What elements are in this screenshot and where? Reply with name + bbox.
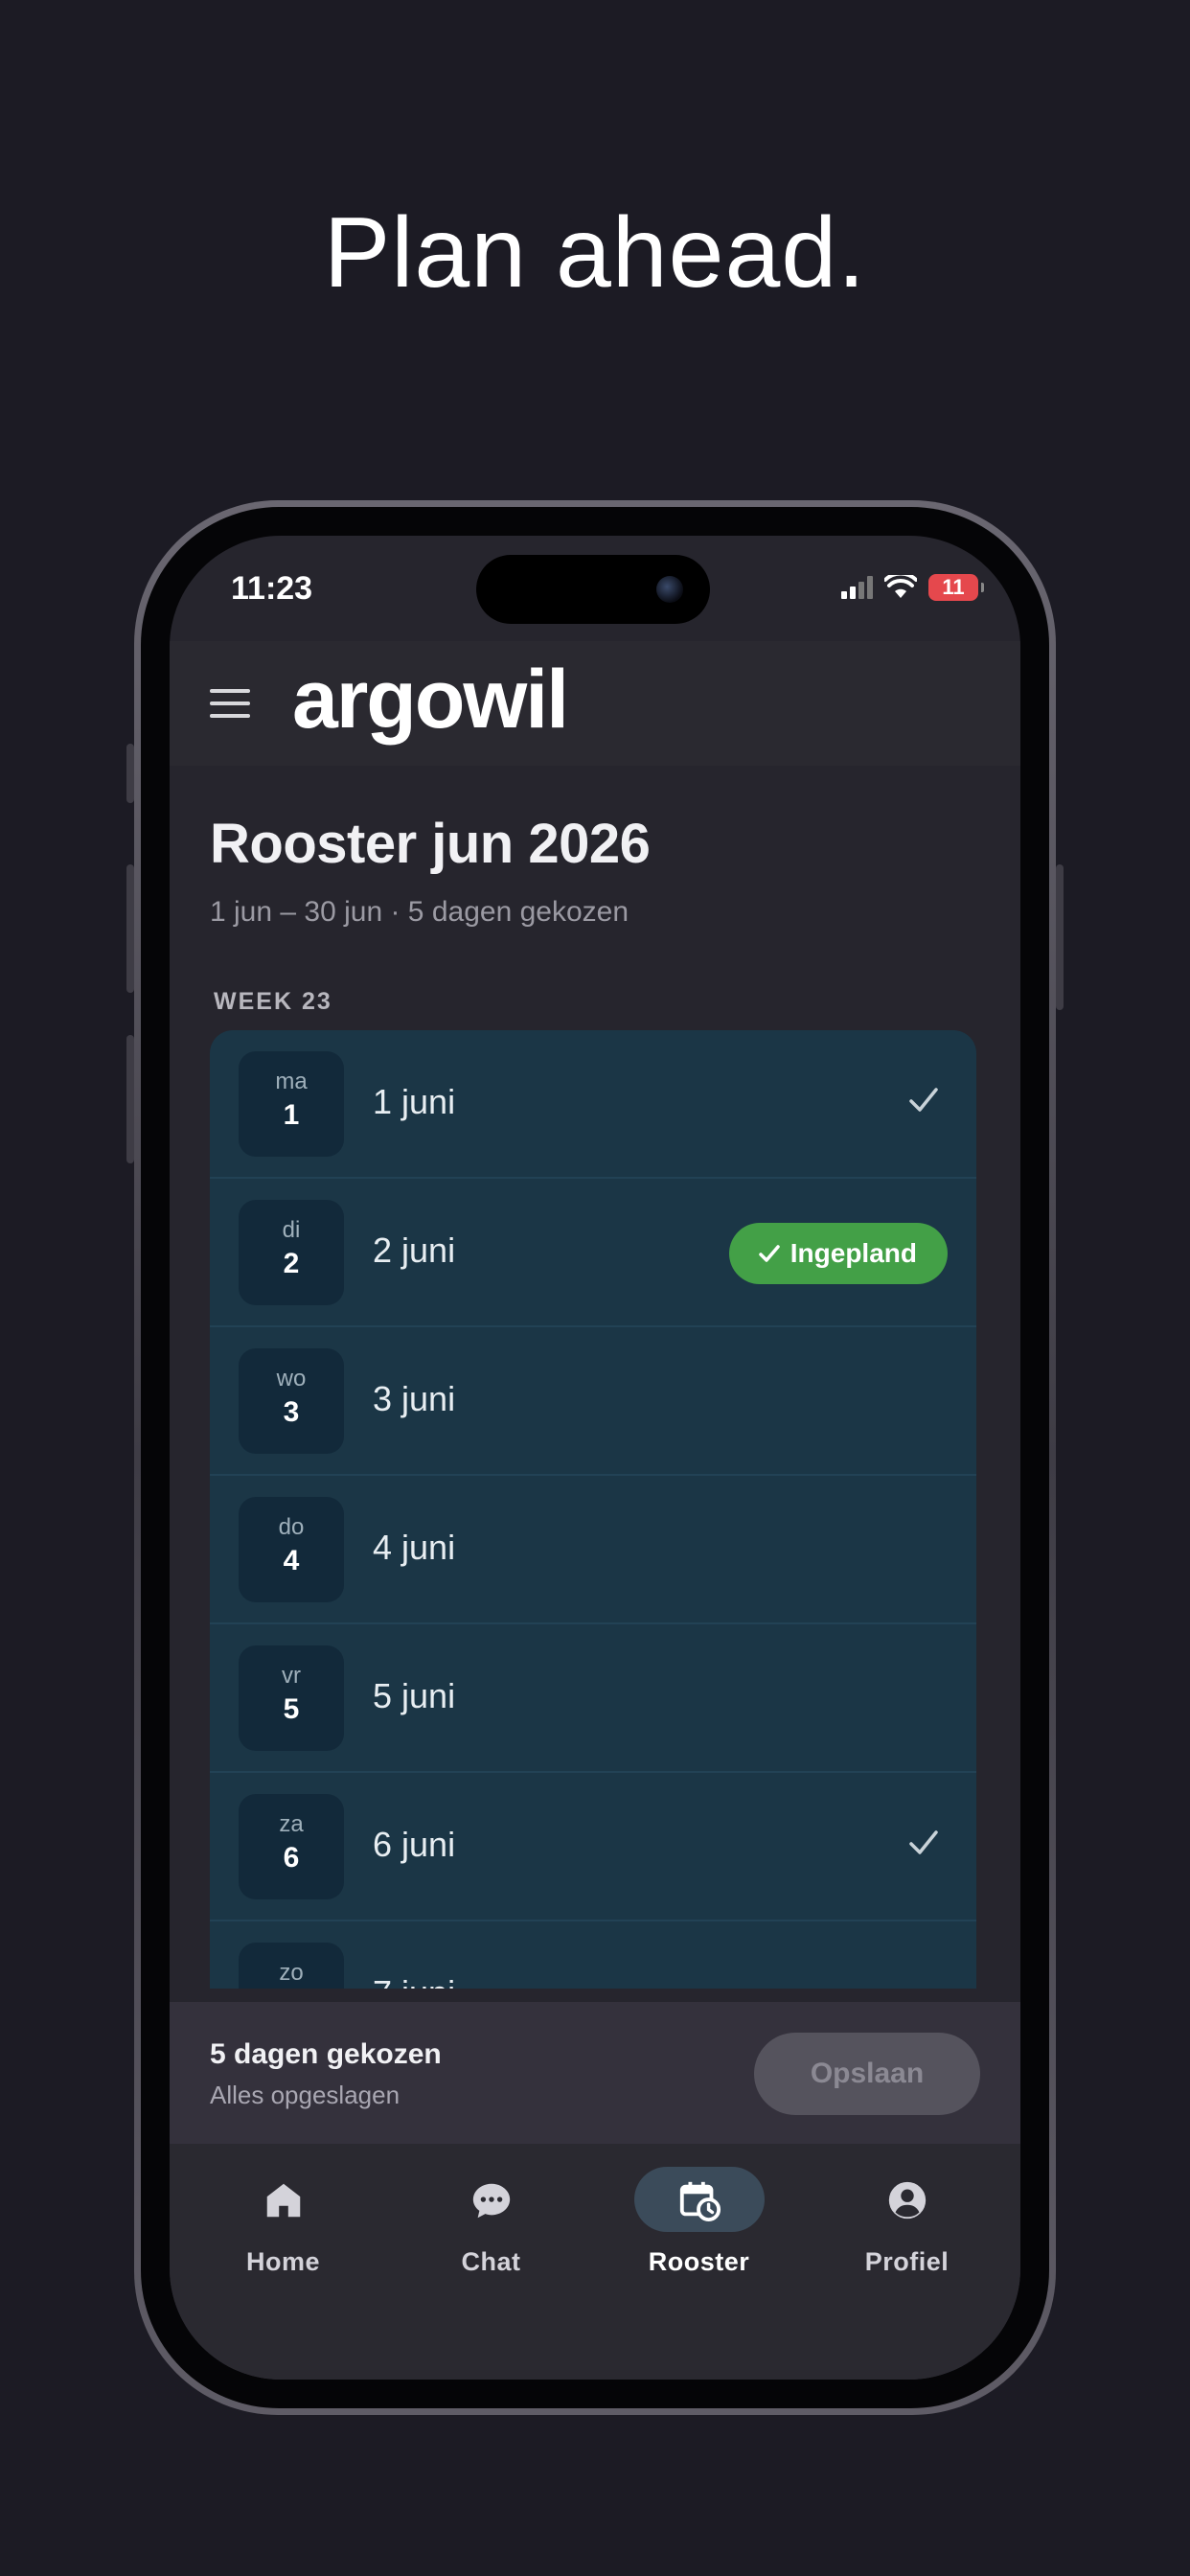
dynamic-island xyxy=(476,555,710,624)
day-abbr: wo xyxy=(276,1366,307,1392)
day-number: 6 xyxy=(283,1842,300,1874)
app-logo: argowil xyxy=(292,654,569,746)
day-number: 1 xyxy=(283,1099,300,1131)
status-time: 11:23 xyxy=(231,570,313,607)
day-abbr: za xyxy=(279,1811,304,1837)
save-button[interactable]: Opslaan xyxy=(754,2033,980,2115)
wifi-icon xyxy=(884,575,917,598)
page-title: Rooster jun 2026 xyxy=(210,813,651,875)
day-label: 5 juni xyxy=(373,1676,456,1715)
save-status: Alles opgeslagen xyxy=(210,2081,400,2109)
phone-action-button xyxy=(126,744,134,803)
day-list: ma 1 1 juni di 2 2 juni Ingepland wo 3 3… xyxy=(210,1030,976,1989)
scheduled-badge-label: Ingepland xyxy=(790,1238,917,1268)
day-badge: zo 7 xyxy=(239,1943,344,1989)
tab-profiel[interactable]: Profiel xyxy=(803,2144,1011,2380)
day-abbr: ma xyxy=(275,1069,308,1094)
check-icon xyxy=(909,1088,938,1112)
day-label: 7 juni xyxy=(373,1973,455,1989)
day-abbr: do xyxy=(278,1514,305,1540)
check-icon xyxy=(909,1830,938,1854)
day-number: 4 xyxy=(283,1545,300,1576)
day-row[interactable]: ma 1 1 juni xyxy=(210,1030,976,1179)
day-row[interactable]: wo 3 3 juni xyxy=(210,1327,976,1476)
tab-label: Profiel xyxy=(864,2247,950,2276)
app-store-screenshot: Plan ahead. 11:23 11 argowil Rooster jun… xyxy=(0,0,1190,2576)
phone-volume-down-button xyxy=(126,1035,134,1163)
tab-chat[interactable]: Chat xyxy=(387,2144,595,2380)
tab-label: Rooster xyxy=(648,2247,750,2276)
day-number: 5 xyxy=(283,1693,300,1725)
day-row[interactable]: vr 5 5 juni xyxy=(210,1624,976,1773)
tab-bar: Home Chat Rooster Profiel xyxy=(170,2144,1020,2380)
signal-icon xyxy=(841,576,873,599)
calendar-clock-icon xyxy=(679,2181,721,2222)
phone-power-button xyxy=(1056,864,1064,1010)
selected-count: 5 dagen gekozen xyxy=(210,2038,442,2070)
status-indicators: 11 xyxy=(841,574,984,601)
day-badge: wo 3 xyxy=(239,1348,344,1454)
page-subtitle: 1 jun – 30 jun · 5 dagen gekozen xyxy=(210,896,629,928)
day-badge: do 4 xyxy=(239,1497,344,1602)
day-row[interactable]: di 2 2 juni Ingepland xyxy=(210,1179,976,1327)
tab-label: Home xyxy=(245,2247,320,2276)
phone-bezel: 11:23 11 argowil Rooster jun 2026 1 jun … xyxy=(141,507,1049,2408)
day-badge: vr 5 xyxy=(239,1645,344,1751)
menu-icon[interactable] xyxy=(210,689,250,718)
headline: Plan ahead. xyxy=(323,197,867,309)
phone-screen: 11:23 11 argowil Rooster jun 2026 1 jun … xyxy=(170,536,1020,2380)
home-icon xyxy=(266,2183,300,2218)
day-abbr: di xyxy=(282,1217,301,1243)
day-number: 2 xyxy=(283,1248,300,1279)
day-label: 6 juni xyxy=(373,1825,456,1864)
battery-icon: 11 xyxy=(928,574,984,601)
day-badge: di 2 xyxy=(239,1200,344,1305)
day-abbr: vr xyxy=(282,1663,301,1689)
tab-label: Chat xyxy=(461,2247,521,2276)
day-number: 3 xyxy=(283,1396,300,1428)
day-badge: za 6 xyxy=(239,1794,344,1899)
week-label: WEEK 23 xyxy=(214,988,332,1015)
day-abbr: zo xyxy=(279,1960,304,1986)
scheduled-badge: Ingepland xyxy=(728,1223,948,1284)
app-header: argowil xyxy=(170,641,1020,766)
day-row[interactable]: za 6 6 juni xyxy=(210,1773,976,1921)
chat-icon xyxy=(472,2183,510,2219)
day-row[interactable]: do 4 4 juni xyxy=(210,1476,976,1624)
phone-frame: 11:23 11 argowil Rooster jun 2026 1 jun … xyxy=(134,500,1056,2415)
day-label: 1 juni xyxy=(373,1082,456,1121)
account-circle-icon xyxy=(888,2181,926,2220)
day-row[interactable]: zo 7 7 juni xyxy=(210,1921,976,1989)
day-label: 2 juni xyxy=(373,1230,456,1270)
day-label: 3 juni xyxy=(373,1379,456,1418)
check-icon xyxy=(759,1245,780,1262)
day-label: 4 juni xyxy=(373,1528,456,1567)
tab-rooster[interactable]: Rooster xyxy=(595,2144,803,2380)
tab-home[interactable]: Home xyxy=(179,2144,387,2380)
save-bar: 5 dagen gekozen Alles opgeslagen Opslaan xyxy=(170,2002,1020,2144)
phone-volume-up-button xyxy=(126,864,134,993)
day-badge: ma 1 xyxy=(239,1051,344,1157)
camera-icon xyxy=(656,576,683,603)
